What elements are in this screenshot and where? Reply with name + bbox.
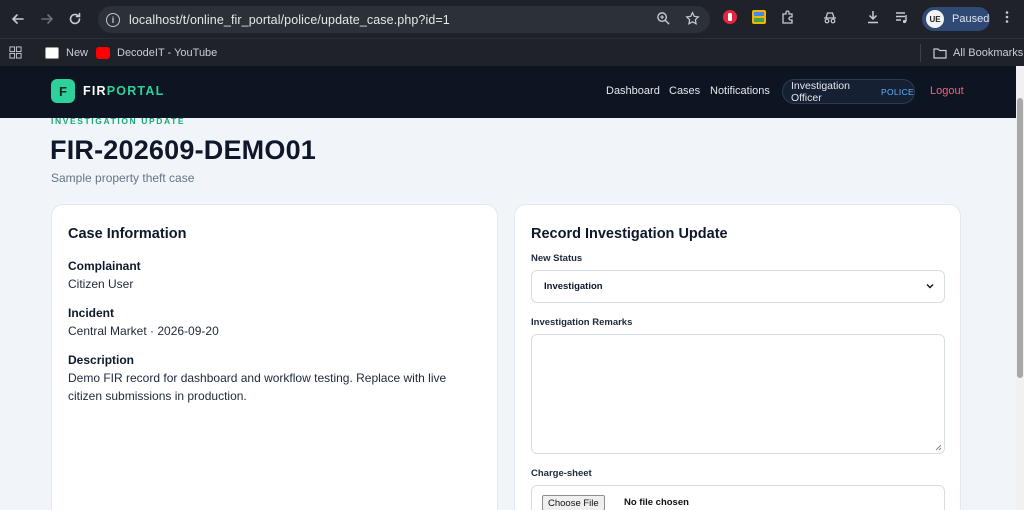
extension-palette-icon[interactable] (751, 9, 767, 25)
page-subtitle: Sample property theft case (51, 171, 195, 185)
apps-grid-icon[interactable] (9, 46, 22, 59)
profile-button[interactable]: UE Paused (922, 7, 990, 31)
reload-icon[interactable] (61, 5, 89, 33)
chargesheet-upload: Choose File No file chosen (531, 485, 945, 510)
role-badge: Investigation Officer POLICE (782, 79, 915, 104)
file-status: No file chosen (624, 497, 689, 508)
role-name: Investigation Officer (791, 79, 850, 104)
bookmark-new-label: New (66, 47, 89, 59)
youtube-icon (96, 47, 110, 59)
status-selected-value: Investigation (544, 281, 603, 292)
choose-file-button[interactable]: Choose File (542, 495, 605, 510)
page-title: FIR-202609-DEMO01 (50, 135, 317, 165)
folder-icon (933, 48, 947, 59)
download-icon[interactable] (865, 9, 881, 25)
url-text: localhost/t/online_fir_portal/police/upd… (129, 12, 450, 27)
bookmarks-bar: New DecodeIT - YouTube All Bookmarks (0, 38, 1024, 66)
brand-name[interactable]: FIRPORTAL (83, 84, 164, 98)
incident-label: Incident (68, 306, 115, 320)
status-label: New Status (531, 253, 583, 264)
logout-link[interactable]: Logout (930, 85, 964, 97)
browser-toolbar: i localhost/t/online_fir_portal/police/u… (0, 0, 1024, 38)
site-info-icon[interactable]: i (106, 12, 120, 27)
avatar: UE (926, 10, 944, 28)
page-scrollbar[interactable] (1016, 66, 1024, 510)
brand-accent: PORTAL (106, 84, 165, 98)
app-navbar: F FIRPORTAL Dashboard Cases Notification… (0, 66, 1016, 118)
page-eyebrow: INVESTIGATION UPDATE (51, 116, 186, 126)
chargesheet-label: Charge-sheet (531, 468, 592, 479)
bookmark-youtube[interactable]: DecodeIT - YouTube (96, 39, 217, 67)
role-tag: POLICE (881, 86, 914, 97)
address-bar[interactable]: i localhost/t/online_fir_portal/police/u… (98, 6, 710, 33)
extension-red-icon[interactable] (722, 9, 738, 25)
bookmark-star-icon[interactable] (685, 11, 700, 31)
remarks-label: Investigation Remarks (531, 317, 633, 328)
nav-cases[interactable]: Cases (669, 85, 700, 97)
logo-mark[interactable]: F (51, 79, 75, 103)
remarks-textarea[interactable] (531, 334, 945, 454)
media-control-icon[interactable] (894, 9, 910, 25)
resize-grip-icon[interactable] (934, 443, 942, 451)
update-form-heading: Record Investigation Update (531, 226, 728, 242)
extensions-puzzle-icon[interactable] (780, 9, 796, 25)
case-information-card: Case Information Complainant Citizen Use… (51, 204, 498, 510)
profile-status: Paused (952, 13, 990, 25)
description-label: Description (68, 353, 135, 367)
complainant-value: Citizen User (68, 277, 134, 291)
incident-value: Central Market · 2026-09-20 (68, 324, 219, 338)
incognito-spy-icon[interactable] (822, 9, 838, 25)
bookmark-new[interactable]: New (45, 39, 88, 67)
all-bookmarks[interactable]: All Bookmarks (933, 39, 1023, 67)
status-select[interactable]: Investigation (531, 270, 945, 303)
all-bookmarks-label: All Bookmarks (953, 47, 1024, 59)
nav-dashboard[interactable]: Dashboard (606, 85, 660, 97)
zoom-icon[interactable] (656, 11, 671, 31)
new-tab-favicon-icon (45, 47, 59, 59)
scrollbar-thumb[interactable] (1017, 98, 1023, 378)
case-information-heading: Case Information (68, 226, 187, 242)
nav-notifications[interactable]: Notifications (710, 85, 770, 97)
menu-kebab-icon[interactable] (999, 9, 1015, 25)
investigation-update-card: Record Investigation Update New Status I… (514, 204, 961, 510)
bookmark-youtube-label: DecodeIT - YouTube (117, 47, 218, 59)
complainant-label: Complainant (68, 259, 141, 273)
bookmarks-divider (920, 44, 921, 62)
brand-primary: FIR (83, 84, 107, 98)
description-value: Demo FIR record for dashboard and workfl… (68, 371, 447, 403)
chevron-down-icon (926, 284, 934, 289)
back-icon[interactable] (4, 5, 32, 33)
forward-icon[interactable] (33, 5, 61, 33)
